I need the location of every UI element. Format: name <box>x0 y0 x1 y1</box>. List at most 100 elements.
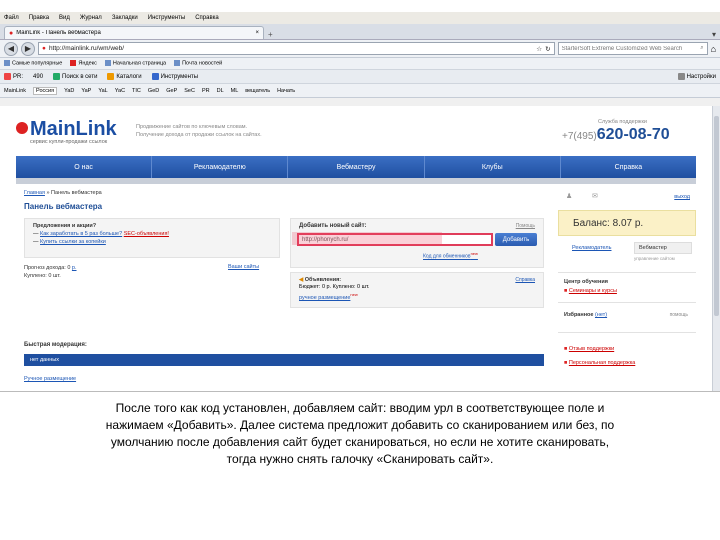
nav-help[interactable]: Справка <box>561 156 696 178</box>
tab-mainlink[interactable]: ● MainLink - Панель вебмастера × <box>4 26 264 39</box>
logout-link[interactable]: выход <box>674 194 690 200</box>
bookmark-item[interactable]: Самые популярные <box>4 60 62 67</box>
seo-item[interactable]: TIC <box>132 88 141 94</box>
bookmark-icon <box>174 60 181 67</box>
bookmark-icon <box>4 60 10 67</box>
settings-button[interactable]: Настройки <box>677 72 716 80</box>
yandex-toolbar: PR: 490 Поиск в сети Каталоги Инструмент… <box>0 70 720 84</box>
add-site-help-link[interactable]: Помощь <box>516 223 535 229</box>
seo-item[interactable]: YaD <box>64 88 74 94</box>
site-url-input[interactable]: http://phonych.ru/ <box>297 233 493 246</box>
menu-bookmarks[interactable]: Закладки <box>112 15 138 21</box>
ads-heading: ◀ Объявления: <box>299 277 342 283</box>
page-title: Панель вебмастера <box>24 202 103 211</box>
support-title: Служба поддержки <box>598 119 647 125</box>
all-sites-link[interactable]: Ваши сайты <box>228 264 259 270</box>
address-bar[interactable]: ● http://mainlink.ru/wm/web/ ☆ ↻ <box>38 42 555 55</box>
forward-button[interactable]: ▶ <box>21 41 35 56</box>
reload-icon[interactable]: ↻ <box>545 45 550 53</box>
star-icon[interactable]: ☆ <box>536 45 542 53</box>
add-site-box: Добавить новый сайт: Помощь http://phony… <box>290 218 544 268</box>
ads-help-link[interactable]: Справка <box>515 277 535 284</box>
tab-list-button[interactable]: ▾ <box>712 30 716 39</box>
ads-box: ◀ Объявления: Справка Бюджет: 0 р. Купле… <box>290 272 544 308</box>
logo-subtitle: сервис купли-продажи ссылок <box>30 139 108 145</box>
add-site-button[interactable]: Добавить <box>495 233 537 246</box>
tools-button[interactable]: Инструменты <box>151 72 198 80</box>
nav-about[interactable]: О нас <box>16 156 153 178</box>
seo-item[interactable]: PR <box>202 88 210 94</box>
tagline-line: Продвижение сайтов по ключевым словам. <box>136 124 248 130</box>
seo-item[interactable]: GeP <box>166 88 177 94</box>
promo-line: — Купить ссылки за копейки <box>33 239 106 245</box>
menu-view[interactable]: Вид <box>59 15 70 21</box>
menu-help[interactable]: Справка <box>195 15 219 21</box>
seo-item[interactable]: YaC <box>115 88 125 94</box>
nav-clubs[interactable]: Клубы <box>425 156 561 178</box>
seo-item[interactable]: Россия <box>33 86 58 95</box>
close-icon[interactable]: × <box>255 30 259 36</box>
new-tab-button[interactable]: + <box>268 30 273 39</box>
breadcrumb-home[interactable]: Главная <box>24 190 45 196</box>
seo-item[interactable]: вещатель <box>245 88 270 94</box>
mail-icon[interactable]: ✉ <box>592 192 598 200</box>
back-button[interactable]: ◀ <box>4 41 18 56</box>
menu-history[interactable]: Журнал <box>80 15 102 21</box>
caption-line: тогда нужно снять галочку «Сканировать с… <box>226 452 494 466</box>
seo-item[interactable]: GeD <box>148 88 159 94</box>
home-icon[interactable]: ⌂ <box>711 44 716 54</box>
user-icon[interactable]: ♟ <box>566 192 572 200</box>
learning-link[interactable]: Семинары и курсы <box>569 288 617 294</box>
promo-link[interactable]: Купить ссылки за копейки <box>40 239 106 245</box>
address-text: http://mainlink.ru/wm/web/ <box>48 45 125 52</box>
seo-item[interactable]: Начать <box>277 88 295 94</box>
bookmark-item[interactable]: Начальная страница <box>104 60 166 67</box>
favorites-help[interactable]: помощь <box>670 312 688 318</box>
catalog-button[interactable]: Каталоги <box>107 72 142 80</box>
nav-advertiser[interactable]: Рекламодателю <box>152 156 289 178</box>
seo-item[interactable]: ML <box>231 88 239 94</box>
menu-tools[interactable]: Инструменты <box>148 15 185 21</box>
divider <box>558 332 696 333</box>
search-input[interactable]: StarterSoft Extreme Customized Web Searc… <box>557 42 708 55</box>
favorites-link[interactable]: (нет) <box>595 312 607 318</box>
slide: Файл Правка Вид Журнал Закладки Инструме… <box>0 0 720 540</box>
exchange-code-link[interactable]: Код для обменниковnew <box>423 251 478 260</box>
menu-file[interactable]: Файл <box>4 15 19 21</box>
ads-manual-link[interactable]: ручное размещение <box>299 295 350 301</box>
forecast-link[interactable]: р. <box>72 265 77 271</box>
count-indicator: 490 <box>33 73 44 80</box>
main-nav: О нас Рекламодателю Вебмастеру Клубы Спр… <box>16 156 696 178</box>
vertical-scrollbar[interactable] <box>712 106 720 391</box>
search-icon[interactable]: ⌕ <box>700 45 703 52</box>
tab-advertiser[interactable]: Рекламодатель <box>572 245 612 251</box>
promo-hot-link[interactable]: SEC-объявления! <box>124 231 169 237</box>
scrollbar-thumb[interactable] <box>714 116 719 316</box>
seo-item[interactable]: YaL <box>98 88 107 94</box>
tab-webmaster[interactable]: Вебмастер <box>634 242 692 254</box>
support-links: ■ Отзыв поддержки ■ Персональная поддерж… <box>558 342 696 370</box>
caption-line: После того как код установлен, добавляем… <box>115 401 605 415</box>
bookmark-item[interactable]: Яндекс <box>70 60 97 67</box>
catalog-icon <box>107 72 115 80</box>
school-icon: ■ <box>564 288 568 294</box>
tab-strip: ● MainLink - Панель вебмастера × + ▾ <box>0 24 720 40</box>
support-link[interactable]: Персональная поддержка <box>569 360 635 366</box>
mainlink-logo[interactable]: MainLink <box>16 118 117 141</box>
menu-edit[interactable]: Правка <box>29 15 49 21</box>
seo-item[interactable]: MainLink <box>4 88 26 94</box>
seo-item[interactable]: SeC <box>184 88 195 94</box>
support-link[interactable]: Отзыв поддержки <box>569 346 614 352</box>
support-icon: ■ <box>564 360 568 366</box>
promo-link[interactable]: Как заработать в 5 раз больше? <box>40 231 122 237</box>
seo-item[interactable]: DL <box>217 88 224 94</box>
nav-bar: ◀ ▶ ● http://mainlink.ru/wm/web/ ☆ ↻ Sta… <box>0 40 720 58</box>
nav-webmaster[interactable]: Вебмастеру <box>288 156 425 178</box>
tagline: Продвижение сайтов по ключевым словам. П… <box>136 123 296 139</box>
seo-item[interactable]: YaP <box>81 88 91 94</box>
manual-placement-link[interactable]: Ручное размещение <box>24 376 76 382</box>
ask-button[interactable]: Поиск в сети <box>53 72 97 80</box>
bookmark-item[interactable]: Почта новостей <box>174 60 222 67</box>
bookmark-icon <box>70 60 77 67</box>
favorites: Избранное (нет) помощь <box>558 312 696 318</box>
